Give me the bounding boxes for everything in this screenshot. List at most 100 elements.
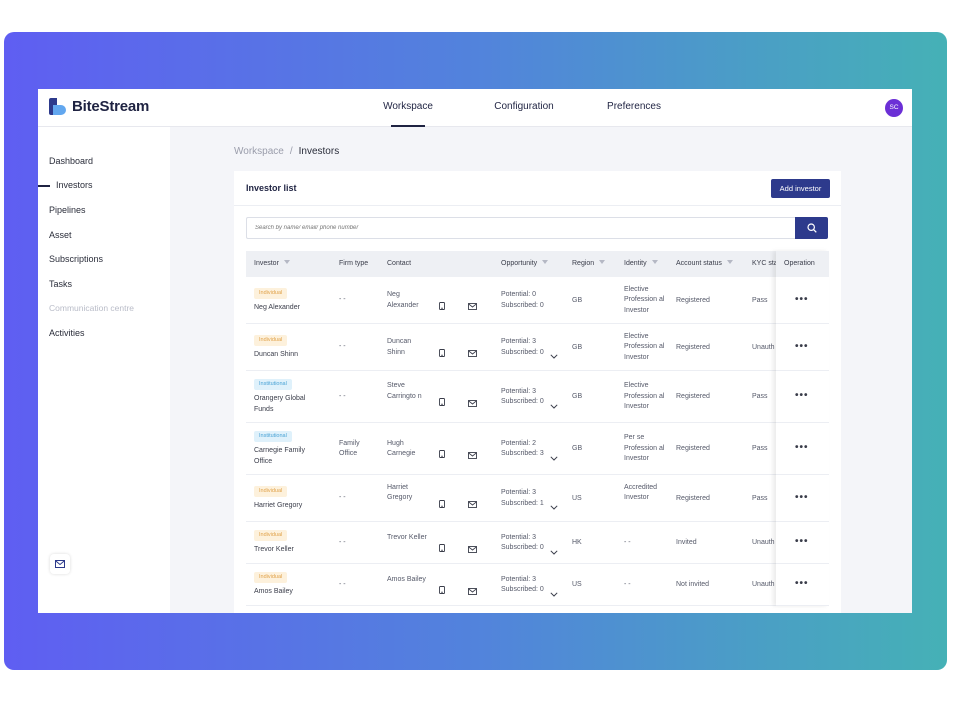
more-dots-icon[interactable]: •••	[795, 442, 809, 453]
sidebar-item-pipelines[interactable]: Pipelines	[49, 205, 86, 215]
subscribed-count: Subscribed: 0	[501, 348, 544, 356]
mail-icon[interactable]	[468, 394, 477, 412]
divider	[234, 205, 841, 206]
sidebar-item-investors[interactable]: Investors	[56, 180, 93, 190]
chevron-down-icon[interactable]	[550, 396, 558, 414]
potential-count: Potential: 3	[501, 338, 537, 345]
user-avatar[interactable]: SC	[885, 99, 903, 117]
sidebar-item-activities[interactable]: Activities	[49, 328, 85, 338]
account-status: Registered	[676, 296, 710, 304]
more-dots-icon[interactable]: •••	[795, 536, 809, 547]
subscribed-count: Subscribed: 0	[501, 398, 544, 405]
brand-logo[interactable]: BiteStream	[49, 98, 149, 115]
investor-type-badge: Individual	[254, 287, 288, 299]
chevron-down-icon[interactable]	[550, 584, 558, 602]
opportunity: Potential: 3 Subscribed: 0	[501, 337, 557, 358]
filter-icon	[542, 260, 549, 265]
mail-icon[interactable]	[468, 446, 477, 464]
search-button[interactable]	[795, 217, 828, 239]
investor-type-badge: Individual	[254, 572, 288, 583]
mail-icon[interactable]	[50, 554, 70, 574]
phone-icon[interactable]	[439, 539, 445, 557]
more-dots-icon[interactable]: •••	[795, 294, 809, 305]
identity: Elective Profession al Investor	[624, 285, 665, 314]
region: HK	[572, 539, 582, 546]
table-row[interactable]: Institutional Carnegie Family Office Famil…	[246, 423, 829, 475]
subscribed-count: Subscribed: 0	[501, 586, 544, 593]
identity: - -	[624, 580, 631, 588]
mail-icon[interactable]	[468, 582, 477, 600]
region: GB	[572, 445, 583, 452]
add-investor-button[interactable]: Add investor	[771, 179, 830, 198]
col-account-status[interactable]: Account status	[676, 251, 733, 277]
chevron-down-icon[interactable]	[550, 346, 558, 364]
mail-icon[interactable]	[468, 540, 477, 558]
kyc-status: Pass	[752, 296, 768, 304]
sidebar-item-tasks[interactable]: Tasks	[49, 279, 72, 289]
opportunity: Potential: 2 Subscribed: 3	[501, 439, 557, 460]
investor-type-badge: Individual	[254, 485, 288, 497]
table-row[interactable]: Individual Neg Alexander - - Neg Alexander P…	[246, 277, 829, 324]
investor-name[interactable]: Neg Alexander	[254, 303, 324, 314]
filter-icon	[651, 260, 658, 265]
col-region[interactable]: Region	[572, 251, 606, 277]
chevron-down-icon[interactable]	[550, 448, 558, 466]
investor-name[interactable]: Harriet Gregory	[254, 501, 324, 512]
tab-preferences[interactable]: Preferences	[604, 89, 664, 127]
kyc-status: Unauth	[752, 581, 775, 588]
tab-configuration[interactable]: Configuration	[489, 89, 559, 127]
potential-count: Potential: 3	[501, 533, 537, 541]
investor-name[interactable]: Trevor Keller	[254, 545, 324, 556]
mail-icon[interactable]	[468, 344, 477, 362]
table-row[interactable]: Individual Amos Bailey - - Amos Bailey Poten…	[246, 564, 829, 606]
investor-name[interactable]: Carnegie Family Office	[254, 446, 324, 467]
identity: Elective Profession al Investor	[624, 382, 665, 411]
table-row[interactable]: Institutional Orangery Global Funds - - Ste…	[246, 371, 829, 423]
mail-icon[interactable]	[468, 297, 477, 315]
search-field[interactable]	[246, 217, 796, 239]
region: US	[572, 581, 582, 588]
col-firm-type: Firm type	[339, 260, 369, 267]
table-row[interactable]: Individual Harriet Gregory - - Harriet Greg…	[246, 475, 829, 522]
chevron-down-icon[interactable]	[550, 542, 558, 560]
mail-icon[interactable]	[468, 495, 477, 513]
more-dots-icon[interactable]: •••	[795, 390, 809, 401]
search-icon	[806, 223, 817, 233]
table-row[interactable]: Individual Duncan Shinn - - Duncan Shinn Pot…	[246, 324, 829, 371]
subscribed-count: Subscribed: 1	[501, 499, 544, 507]
col-investor[interactable]: Investor	[254, 251, 290, 277]
more-dots-icon[interactable]: •••	[795, 578, 809, 589]
identity: Elective Profession al Investor	[624, 332, 665, 361]
col-identity[interactable]: Identity	[624, 251, 658, 277]
kyc-status: Unauth	[752, 539, 775, 546]
sidebar-item-asset[interactable]: Asset	[49, 230, 72, 240]
firm-type: - -	[339, 494, 346, 502]
search-input[interactable]	[255, 225, 796, 231]
phone-icon[interactable]	[439, 344, 445, 362]
table-row[interactable]: Individual Trevor Keller - - Trevor Keller P…	[246, 522, 829, 564]
brand-logo-icon	[49, 98, 66, 115]
sidebar-item-subscriptions[interactable]: Subscriptions	[49, 254, 103, 264]
phone-icon[interactable]	[439, 393, 445, 411]
phone-icon[interactable]	[439, 297, 445, 315]
phone-icon[interactable]	[439, 445, 445, 463]
contact-name: Amos Bailey	[387, 575, 426, 583]
investor-type-badge: Institutional	[254, 431, 292, 442]
investor-type-badge: Individual	[254, 334, 288, 346]
col-opportunity[interactable]: Opportunity	[501, 251, 549, 277]
more-dots-icon[interactable]: •••	[795, 341, 809, 352]
more-dots-icon[interactable]: •••	[795, 492, 809, 503]
investor-name[interactable]: Orangery Global Funds	[254, 394, 324, 415]
account-status: Registered	[676, 494, 710, 502]
account-status: Not invited	[676, 581, 710, 588]
tab-workspace[interactable]: Workspace	[380, 89, 436, 127]
phone-icon[interactable]	[439, 581, 445, 599]
phone-icon[interactable]	[439, 495, 445, 513]
investor-name[interactable]: Duncan Shinn	[254, 350, 324, 361]
breadcrumb-workspace[interactable]: Workspace	[234, 146, 284, 157]
contact-name: Harriet Gregory	[387, 483, 413, 502]
account-status: Registered	[676, 445, 710, 452]
chevron-down-icon[interactable]	[550, 497, 558, 515]
investor-name[interactable]: Amos Bailey	[254, 587, 324, 598]
sidebar-item-dashboard[interactable]: Dashboard	[49, 156, 93, 166]
